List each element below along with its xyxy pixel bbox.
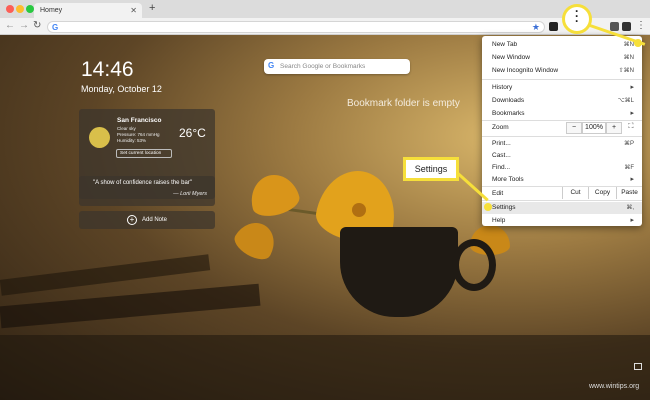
quote-widget: "A show of confidence raises the bar" — … — [79, 176, 215, 206]
extension-icon[interactable] — [549, 22, 558, 31]
cut-button[interactable]: Cut — [562, 187, 588, 199]
weather-temperature: 26°C — [179, 126, 206, 140]
menu-item-new-window[interactable]: New Window — [492, 54, 530, 61]
menu-item-print[interactable]: Print... — [492, 140, 511, 147]
date: Monday, October 12 — [81, 84, 162, 94]
menu-separator — [482, 120, 642, 121]
shortcut-print: ⌘P — [623, 141, 634, 147]
flower-image — [230, 215, 282, 265]
add-note-label: Add Note — [142, 217, 168, 223]
flower-center — [352, 203, 366, 217]
tab-title: Homey — [40, 7, 63, 14]
reload-button[interactable]: ↻ — [33, 21, 41, 31]
submenu-arrow-icon: ▸ — [630, 84, 634, 91]
menu-separator — [482, 200, 642, 201]
background-table — [0, 335, 650, 400]
address-bar[interactable]: G ★ — [47, 21, 545, 33]
background-plank — [0, 254, 211, 296]
extension-icon[interactable] — [610, 22, 619, 31]
shortcut-new-window: ⌘N — [623, 55, 634, 61]
tab-close-icon[interactable]: ✕ — [130, 6, 137, 15]
plus-icon: + — [127, 215, 137, 225]
weather-condition: Clear sky — [117, 126, 136, 131]
submenu-arrow-icon: ▸ — [630, 217, 634, 224]
chrome-menu-button[interactable]: ⋮ — [636, 20, 646, 31]
zoom-out-button[interactable]: − — [566, 122, 582, 134]
menu-item-zoom: Zoom — [492, 124, 509, 131]
bookmark-star-icon[interactable]: ★ — [532, 22, 540, 33]
settings-callout-label: Settings — [403, 157, 459, 181]
google-icon: G — [268, 61, 275, 70]
shortcut-downloads: ⌥⌘L — [617, 98, 634, 104]
chrome-menu: New Tab ⌘N New Window ⌘N New Incognito W… — [482, 36, 642, 226]
tab-strip: Homey ✕ + — [0, 0, 650, 18]
menu-item-downloads[interactable]: Downloads — [492, 97, 524, 104]
sun-icon — [89, 127, 110, 148]
search-placeholder: Search Google or Bookmarks — [280, 63, 366, 70]
menu-item-bookmarks[interactable]: Bookmarks — [492, 110, 525, 117]
flower-image — [245, 169, 303, 221]
quote-author: — Lorii Myers — [173, 191, 207, 197]
set-location-button[interactable]: Set current location — [116, 149, 172, 158]
fullscreen-icon[interactable]: ⛶ — [625, 122, 637, 134]
clock: 14:46 — [81, 58, 134, 81]
shortcut-new-incognito-window: ⇧⌘N — [618, 68, 634, 74]
image-icon[interactable] — [634, 363, 642, 370]
maximize-window-button[interactable] — [26, 5, 34, 13]
menu-item-new-incognito-window[interactable]: New Incognito Window — [492, 67, 558, 74]
cup-handle — [452, 239, 496, 291]
weather-humidity: Humidity: 53% — [117, 138, 147, 143]
new-tab-button[interactable]: + — [149, 2, 155, 14]
menu-item-history[interactable]: History — [492, 84, 512, 91]
menu-item-cast[interactable]: Cast... — [492, 152, 511, 159]
menu-item-edit: Edit — [492, 190, 504, 197]
submenu-arrow-icon: ▸ — [630, 110, 634, 117]
menu-item-settings[interactable]: Settings — [492, 204, 516, 211]
weather-city: San Francisco — [117, 117, 162, 124]
search-box[interactable]: G Search Google or Bookmarks — [264, 59, 410, 74]
minimize-window-button[interactable] — [16, 5, 24, 13]
menu-item-help[interactable]: Help — [492, 217, 505, 224]
copy-button[interactable]: Copy — [588, 187, 616, 199]
paste-button[interactable]: Paste — [616, 187, 642, 199]
weather-pressure: Pressure: 764 mmHg — [117, 132, 160, 137]
menu-separator — [482, 136, 642, 137]
callout-dot — [484, 203, 492, 211]
shortcut-find: ⌘F — [624, 165, 634, 171]
close-window-button[interactable] — [6, 5, 14, 13]
quote-text: "A show of confidence raises the bar" — [93, 180, 192, 186]
shortcut-settings: ⌘, — [626, 205, 634, 211]
google-icon: G — [52, 23, 59, 32]
extension-icon[interactable] — [622, 22, 631, 31]
menu-item-find[interactable]: Find... — [492, 164, 510, 171]
forward-button[interactable]: → — [19, 21, 29, 31]
zoom-level: 100% — [582, 122, 606, 134]
zoom-in-button[interactable]: + — [606, 122, 622, 134]
cup-image — [340, 227, 458, 317]
menu-dots-icon: · · · — [575, 4, 579, 28]
menu-separator — [482, 79, 642, 80]
submenu-arrow-icon: ▸ — [630, 176, 634, 183]
menu-item-new-tab[interactable]: New Tab — [492, 41, 517, 48]
back-button[interactable]: ← — [5, 21, 15, 31]
watermark: www.wintips.org — [589, 383, 640, 390]
shortcut-new-tab: ⌘N — [623, 42, 634, 48]
callout-dot — [634, 39, 642, 47]
bookmark-folder-empty-message: Bookmark folder is empty — [347, 98, 460, 109]
add-note-button[interactable]: + Add Note — [79, 211, 215, 229]
menu-item-more-tools[interactable]: More Tools — [492, 176, 524, 183]
tab-homey[interactable]: Homey ✕ — [34, 3, 142, 18]
